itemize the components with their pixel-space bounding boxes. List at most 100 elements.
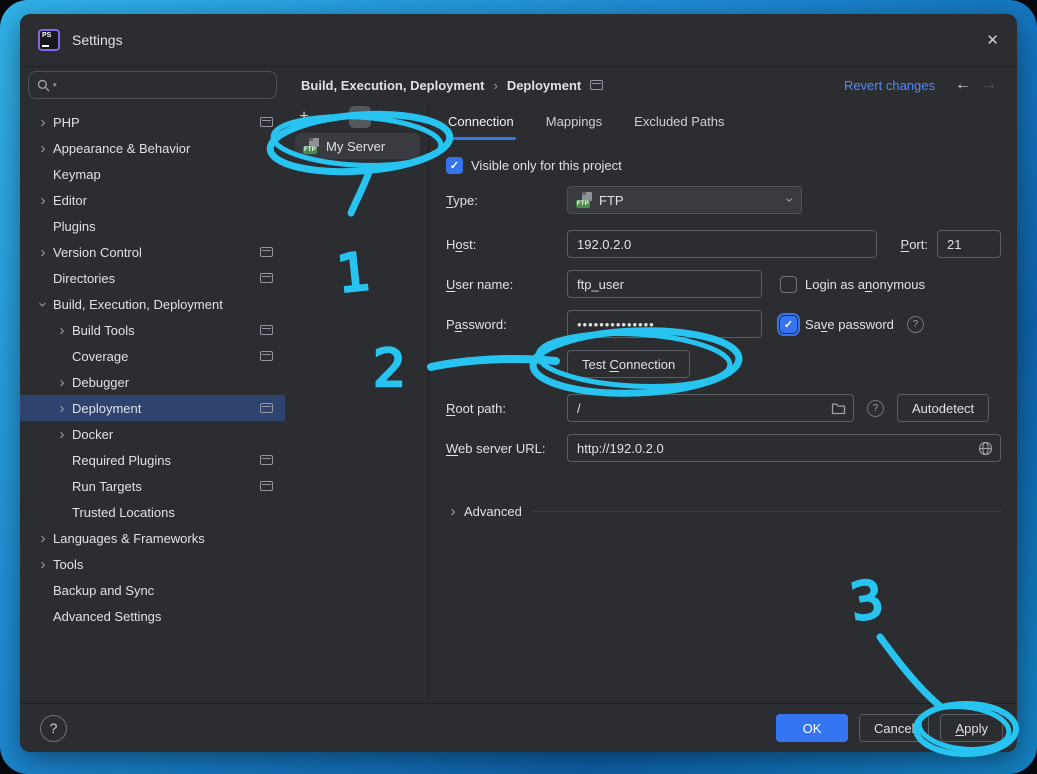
globe-icon[interactable] [978,441,993,456]
settings-dialog: PS Settings ✕ ▾ ›PHP›Appearance & Behavi… [20,14,1017,752]
login-anonymous-checkbox[interactable] [780,276,797,293]
chevron-right-icon[interactable]: › [55,323,69,338]
server-list-item-my-server[interactable]: FTP My Server [295,133,420,159]
sidebar-item-label: Editor [53,193,273,208]
chevron-right-icon[interactable]: › [55,375,69,390]
sidebar-item-backup-and-sync[interactable]: Backup and Sync [20,577,285,603]
sidebar-item-label: Keymap [53,167,273,182]
breadcrumb-item[interactable]: Build, Execution, Deployment [301,78,484,93]
tab-label: Mappings [546,114,602,129]
port-input[interactable] [937,230,1001,258]
chevron-right-icon[interactable]: › [36,115,50,130]
server-name: My Server [326,139,385,154]
root-path-input[interactable] [567,394,854,422]
sidebar-item-tools[interactable]: ›Tools [20,551,285,577]
user-name-input[interactable] [567,270,762,298]
password-input[interactable] [567,310,762,338]
sidebar-item-build-execution-deployment[interactable]: ›Build, Execution, Deployment [20,291,285,317]
sidebar-item-php[interactable]: ›PHP [20,109,285,135]
tab-connection[interactable]: Connection [446,103,516,140]
sidebar-item-docker[interactable]: ›Docker [20,421,285,447]
chevron-right-icon[interactable]: › [36,141,50,156]
tab-mappings[interactable]: Mappings [544,103,604,140]
type-value: FTP [599,193,624,208]
chevron-right-icon[interactable]: › [36,245,50,260]
login-anonymous-label: Login as anonymous [805,277,925,292]
test-connection-button[interactable]: Test Connection [567,350,690,378]
sidebar-item-directories[interactable]: Directories [20,265,285,291]
apply-button[interactable]: Apply [940,714,1003,742]
search-history-caret-icon[interactable]: ▾ [53,81,57,89]
chevron-right-icon[interactable]: › [36,557,50,572]
port-label: Port: [901,237,928,252]
folder-browse-icon[interactable] [831,402,846,415]
visible-only-checkbox[interactable]: ✓ [446,157,463,174]
host-input[interactable] [567,230,877,258]
password-row: Password: ✓ Save password ? [446,310,1001,338]
sidebar-item-build-tools[interactable]: ›Build Tools [20,317,285,343]
advanced-section[interactable]: › Advanced [446,504,1001,519]
web-url-input[interactable] [567,434,1001,462]
deployment-content: + − ✎ FTP My Server ConnectionMapping [285,103,1017,703]
help-icon[interactable]: ? [867,400,884,417]
sidebar-item-plugins[interactable]: Plugins [20,213,285,239]
cancel-button[interactable]: Cancel [859,714,929,742]
servers-panel: + − ✎ FTP My Server [285,103,429,703]
sidebar-item-label: Directories [53,271,260,286]
advanced-label: Advanced [464,504,522,519]
sidebar-item-version-control[interactable]: ›Version Control [20,239,285,265]
sidebar-item-debugger[interactable]: ›Debugger [20,369,285,395]
settings-search-box[interactable]: ▾ [28,71,277,99]
chevron-right-icon[interactable]: › [55,401,69,416]
breadcrumb-item[interactable]: Deployment [507,78,581,93]
chevron-right-icon[interactable]: › [36,531,50,546]
sidebar-item-required-plugins[interactable]: Required Plugins [20,447,285,473]
remove-server-button[interactable]: − [323,109,337,125]
sidebar-item-trusted-locations[interactable]: Trusted Locations [20,499,285,525]
pencil-icon: ✎ [355,110,365,124]
help-icon[interactable]: ? [907,316,924,333]
root-path-label: Root path: [446,401,567,416]
edit-server-button[interactable]: ✎ [349,106,371,128]
sidebar-item-label: Advanced Settings [53,609,273,624]
project-settings-icon [260,325,273,335]
type-dropdown[interactable]: FTP FTP › [567,186,802,214]
project-settings-icon [260,247,273,257]
window-title: Settings [72,32,123,48]
revert-changes-link[interactable]: Revert changes [844,78,935,93]
ftp-badge: FTP [303,146,317,154]
forward-arrow-icon[interactable]: → [981,76,997,94]
back-arrow-icon[interactable]: ← [955,76,971,94]
chevron-right-icon[interactable]: › [36,193,50,208]
sidebar-item-deployment[interactable]: ›Deployment [20,395,285,421]
sidebar-item-run-targets[interactable]: Run Targets [20,473,285,499]
phpstorm-logo-text: PS [42,32,51,39]
search-input[interactable] [60,77,268,94]
autodetect-button[interactable]: Autodetect [897,394,989,422]
sidebar-item-languages-frameworks[interactable]: ›Languages & Frameworks [20,525,285,551]
sidebar-item-label: Deployment [72,401,260,416]
chevron-right-icon[interactable]: › [55,427,69,442]
root-path-row: Root path: ? Autodetect [446,394,1001,422]
tab-excluded-paths[interactable]: Excluded Paths [632,103,726,140]
help-button[interactable]: ? [40,715,67,742]
sidebar-item-editor[interactable]: ›Editor [20,187,285,213]
ok-button[interactable]: OK [776,714,848,742]
close-icon[interactable]: ✕ [986,31,999,49]
sidebar-item-advanced-settings[interactable]: Advanced Settings [20,603,285,629]
chevron-right-icon[interactable]: › [446,504,460,519]
save-password-checkbox[interactable]: ✓ [780,316,797,333]
title-bar: PS Settings ✕ [20,14,1017,67]
chevron-down-icon[interactable]: › [36,297,51,311]
visible-only-row: ✓ Visible only for this project [446,157,1001,174]
sidebar-item-label: Required Plugins [72,453,260,468]
project-settings-icon [260,117,273,127]
search-icon [37,79,50,92]
project-settings-icon [260,273,273,283]
sidebar-item-keymap[interactable]: Keymap [20,161,285,187]
project-settings-icon [260,455,273,465]
sidebar-item-coverage[interactable]: Coverage [20,343,285,369]
sidebar-item-appearance-behavior[interactable]: ›Appearance & Behavior [20,135,285,161]
add-server-button[interactable]: + [297,109,311,125]
project-settings-icon [260,481,273,491]
